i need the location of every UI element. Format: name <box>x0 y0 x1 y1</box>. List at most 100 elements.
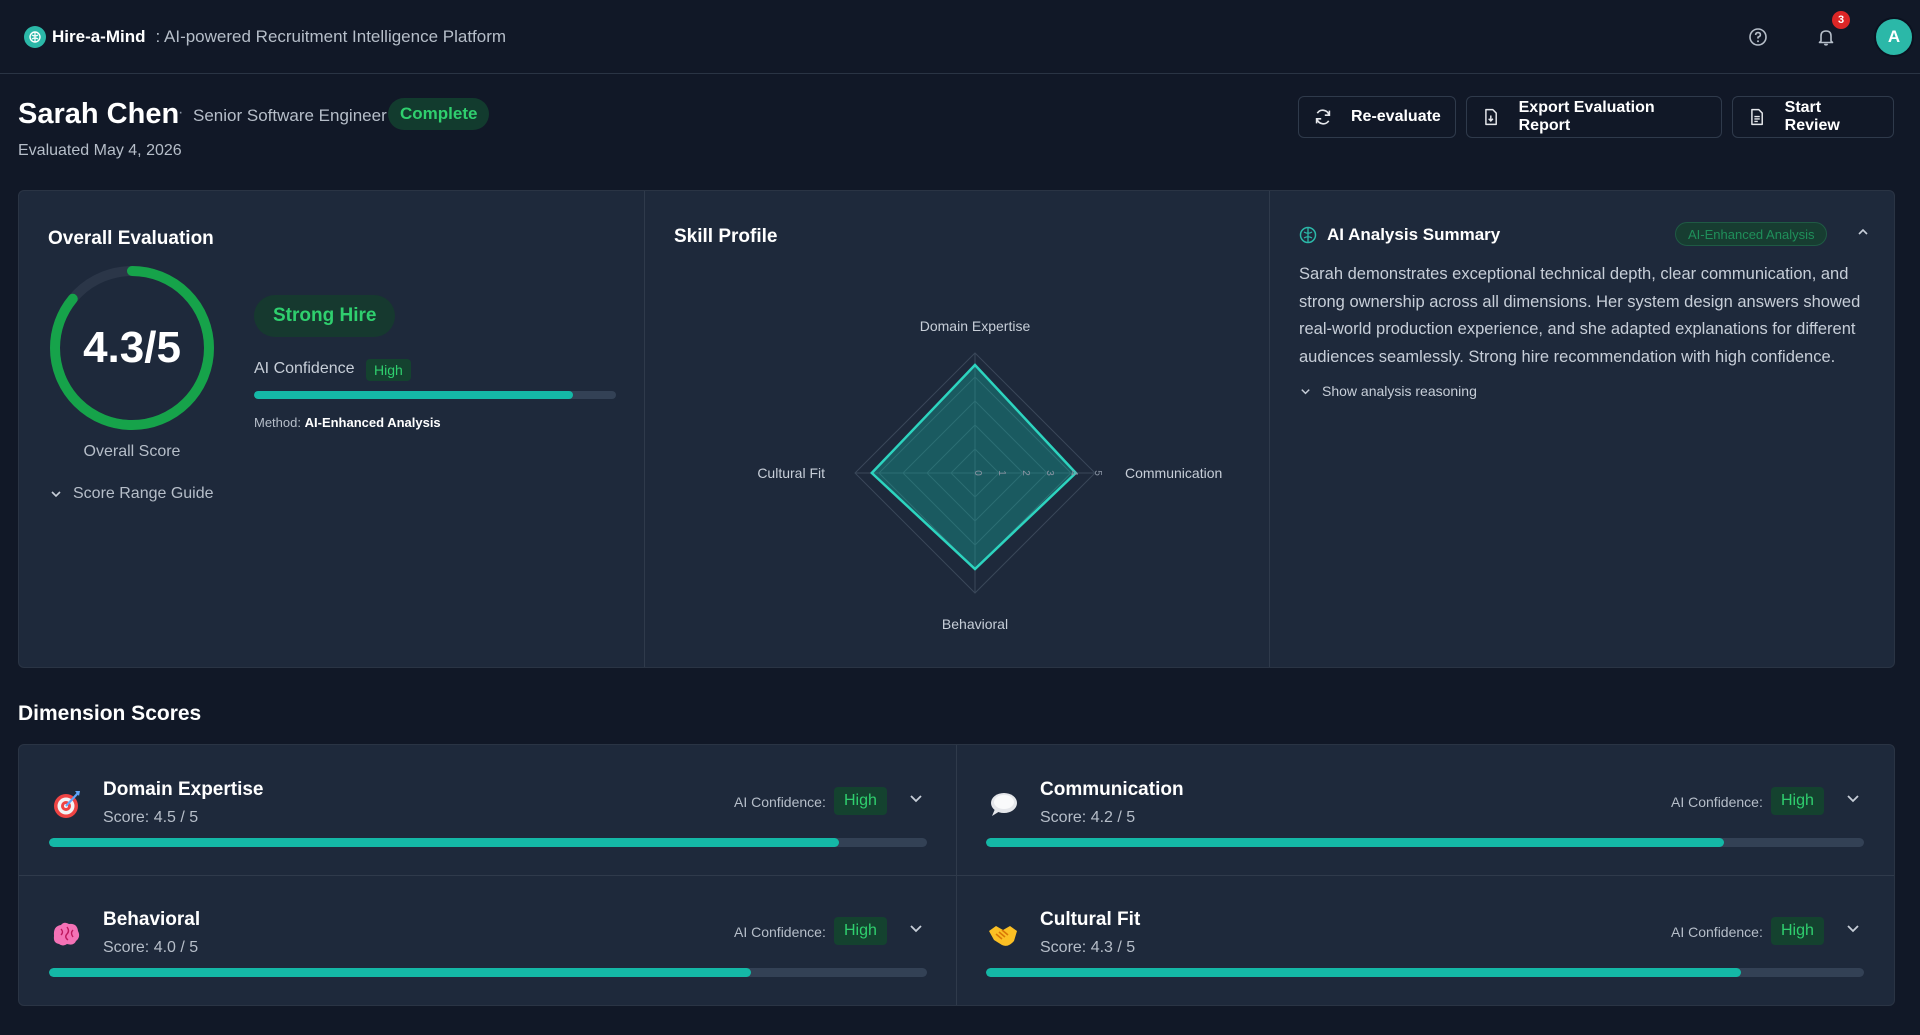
recommendation-badge: Strong Hire <box>254 295 396 337</box>
overall-score-caption: Overall Score <box>83 443 181 460</box>
column-divider <box>1269 191 1270 667</box>
dimension-confidence-label: AI Confidence: <box>734 794 826 810</box>
refresh-icon <box>1315 109 1331 125</box>
dimension-score-bar <box>49 968 927 977</box>
dimension-card-cultural-fit: Cultural Fit Score: 4.3 / 5 AI Confidenc… <box>956 875 1893 1005</box>
radar-axis-label: Communication <box>1125 465 1222 481</box>
method-value: AI-Enhanced Analysis <box>304 415 441 430</box>
dimension-card-domain-expertise: Domain Expertise Score: 4.5 / 5 AI Confi… <box>19 745 956 875</box>
dimension-name: Cultural Fit <box>1040 909 1141 930</box>
notification-count-badge: 3 <box>1832 11 1850 29</box>
ai-confidence-bar-fill <box>254 391 573 399</box>
dimension-score-bar <box>986 838 1864 847</box>
show-analysis-reasoning-toggle[interactable]: Show analysis reasoning <box>1299 383 1477 399</box>
radar-axis-label: Behavioral <box>942 616 1008 632</box>
chevron-down-icon <box>1847 925 1859 933</box>
skill-radar-chart: 0 1 2 3 4 5 Domain Expertise Communication Behav… <box>757 318 1222 632</box>
radar-tick-label: 5 <box>1092 470 1103 476</box>
show-analysis-reasoning-label: Show analysis reasoning <box>1322 383 1477 399</box>
radar-axis-label: Cultural Fit <box>757 465 825 481</box>
reevaluate-label: Re-evaluate <box>1351 108 1441 125</box>
chevron-down-icon <box>51 491 61 498</box>
speech-bubble-icon <box>991 793 1017 816</box>
overall-score-value: 4.3/5 <box>83 323 181 372</box>
handshake-icon <box>989 926 1017 946</box>
dimension-score-bar-fill <box>986 838 1724 847</box>
dimension-confidence-level: High <box>834 917 887 945</box>
dimension-name: Domain Expertise <box>103 779 264 800</box>
file-download-icon <box>1485 108 1497 126</box>
export-report-button[interactable]: Export Evaluation Report <box>1466 96 1722 138</box>
ai-enhanced-badge: AI-Enhanced Analysis <box>1675 222 1828 246</box>
dimension-expand-button[interactable] <box>1844 789 1862 812</box>
reevaluate-button[interactable]: Re-evaluate <box>1298 96 1456 138</box>
dimension-expand-button[interactable] <box>907 789 925 812</box>
dimension-score-bar-fill <box>986 968 1742 977</box>
dimension-scores-heading: Dimension Scores <box>18 702 202 725</box>
ai-confidence-bar <box>254 391 616 399</box>
status-badge: Complete <box>388 98 490 130</box>
ai-summary-collapse-button[interactable] <box>1855 224 1871 245</box>
dimension-confidence-label: AI Confidence: <box>1671 924 1763 940</box>
dimension-name: Communication <box>1040 779 1184 800</box>
ai-summary-header: AI Analysis Summary <box>1299 225 1500 245</box>
dimension-confidence-level: High <box>1771 917 1824 945</box>
candidate-name: Sarah Chen <box>18 98 180 130</box>
ai-confidence-label: AI Confidence <box>254 360 355 377</box>
score-range-guide-toggle[interactable]: Score Range Guide <box>49 485 214 503</box>
dimension-card-behavioral: Behavioral Score: 4.0 / 5 AI Confidence:… <box>19 875 956 1005</box>
dimension-confidence-level: High <box>834 787 887 815</box>
radar-tick-label: 3 <box>1044 470 1055 476</box>
radar-data-area <box>870 363 1078 571</box>
target-icon <box>54 791 80 818</box>
notifications-button[interactable]: 3 <box>1812 11 1850 51</box>
ai-summary-title: AI Analysis Summary <box>1327 225 1501 244</box>
ai-confidence-level: High <box>366 359 411 381</box>
radar-tick-label: 1 <box>996 470 1007 476</box>
dimension-score-bar-fill <box>49 838 840 847</box>
method-label: Method: <box>254 415 301 430</box>
dimension-confidence-label: AI Confidence: <box>734 924 826 940</box>
dimension-score: Score: 4.0 / 5 <box>103 939 199 956</box>
radar-tick-label: 2 <box>1020 470 1031 476</box>
chevron-down-icon <box>1847 795 1859 803</box>
chevron-down-icon <box>910 925 922 933</box>
dimension-score-bar <box>986 968 1864 977</box>
dimension-score-bar <box>49 838 927 847</box>
dimension-expand-button[interactable] <box>1844 919 1862 942</box>
dimension-expand-button[interactable] <box>907 919 925 942</box>
help-icon[interactable] <box>1744 23 1772 51</box>
radar-tick-label: 0 <box>972 470 983 476</box>
overall-evaluation-title: Overall Evaluation <box>48 228 214 249</box>
dimension-score: Score: 4.2 / 5 <box>1040 809 1136 826</box>
export-report-label: Export Evaluation Report <box>1518 99 1655 134</box>
dimension-scores-grid: Domain Expertise Score: 4.5 / 5 AI Confi… <box>18 744 1895 1006</box>
evaluation-overview-panel: Overall Evaluation 4.3/5 Overall Score S… <box>18 190 1895 668</box>
header-separator: · <box>178 104 184 121</box>
app-name[interactable]: Hire-a-Mind <box>52 27 146 47</box>
app-tagline: : AI-powered Recruitment Intelligence Pl… <box>155 26 507 46</box>
brain-icon <box>1299 226 1317 244</box>
dimension-name: Behavioral <box>103 909 201 930</box>
dimension-card-communication: Communication Score: 4.2 / 5 AI Confiden… <box>956 745 1893 875</box>
evaluated-date: Evaluated May 4, 2026 <box>18 142 182 159</box>
candidate-role: Senior Software Engineer <box>193 106 387 125</box>
score-range-guide-label: Score Range Guide <box>73 485 214 502</box>
method-line: Method: AI-Enhanced Analysis <box>254 415 441 430</box>
chevron-down-icon <box>910 795 922 803</box>
start-review-button[interactable]: Start Review <box>1732 96 1894 138</box>
ai-summary-text: Sarah demonstrates exceptional technical… <box>1299 265 1861 366</box>
dimension-confidence-label: AI Confidence: <box>1671 794 1763 810</box>
user-avatar[interactable]: A <box>1874 17 1914 57</box>
brain-logo-icon <box>24 25 46 48</box>
chevron-up-icon <box>1858 228 1868 235</box>
radar-tick-label: 4 <box>1068 470 1079 476</box>
radar-axis-label: Domain Expertise <box>920 318 1031 334</box>
top-bar: Hire-a-Mind : AI-powered Recruitment Int… <box>0 0 1920 74</box>
dimension-score-bar-fill <box>49 968 752 977</box>
dimension-score: Score: 4.5 / 5 <box>103 809 199 826</box>
start-review-label: Start Review <box>1784 99 1840 134</box>
brain-icon <box>53 922 80 946</box>
dimension-score: Score: 4.3 / 5 <box>1040 939 1136 956</box>
bell-icon <box>1818 30 1834 46</box>
